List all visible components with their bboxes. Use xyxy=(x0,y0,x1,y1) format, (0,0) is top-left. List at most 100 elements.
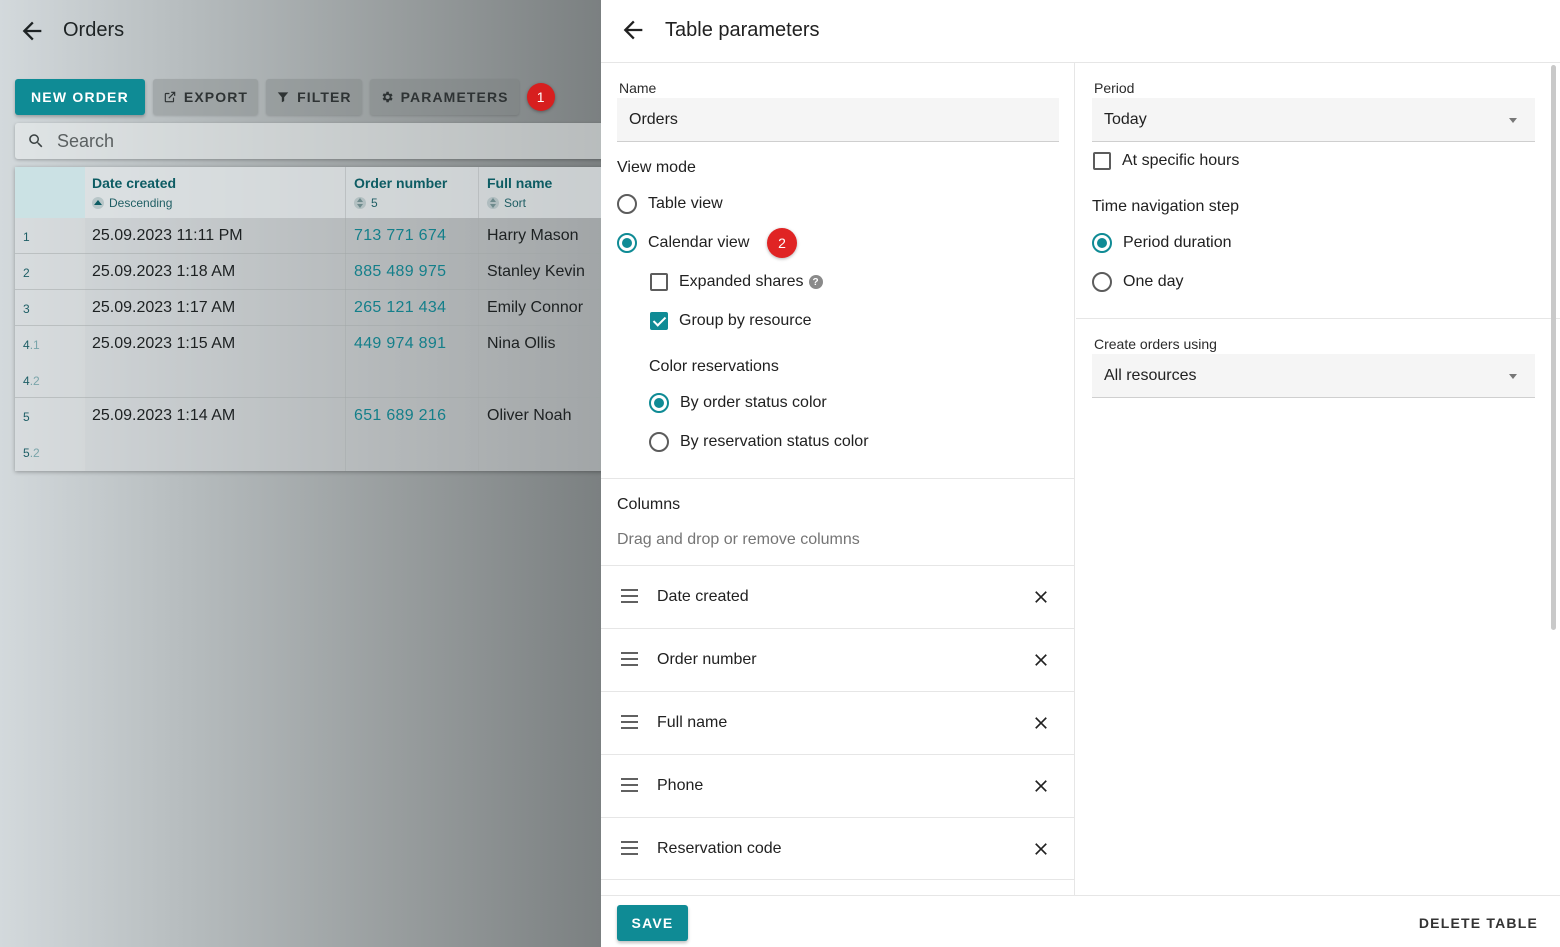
drag-handle-icon[interactable] xyxy=(621,652,638,666)
radio-checked[interactable] xyxy=(649,393,669,413)
table-row[interactable]: 1 25.09.2023 11:11 PM 713 771 674 Harry … xyxy=(15,218,601,254)
row-index: 4.2 xyxy=(23,374,40,388)
table-row[interactable]: 2 25.09.2023 1:18 AM 885 489 975 Stanley… xyxy=(15,254,601,290)
panel-header: Table parameters xyxy=(601,0,1560,63)
radio-checked[interactable] xyxy=(617,233,637,253)
export-icon xyxy=(164,91,176,103)
radio-unchecked[interactable] xyxy=(649,432,669,452)
panel-title: Table parameters xyxy=(665,19,820,41)
column-item-label: Order number xyxy=(657,651,757,668)
name-input[interactable]: Orders xyxy=(617,98,1059,142)
scrollbar[interactable] xyxy=(1551,65,1556,630)
at-specific-hours-option[interactable]: At specific hours xyxy=(1093,152,1239,170)
filter-label: FILTER xyxy=(297,89,352,105)
period-select[interactable]: Today xyxy=(1092,98,1535,142)
page-title: Orders xyxy=(63,19,125,41)
calendar-view-label: Calendar view xyxy=(648,234,750,251)
checkbox-unchecked[interactable] xyxy=(1093,152,1111,170)
cell-date: 25.09.2023 11:11 PM xyxy=(92,227,243,244)
row-index: 5.2 xyxy=(23,446,40,460)
search-placeholder: Search xyxy=(57,130,115,151)
table-view-label: Table view xyxy=(648,195,723,212)
column-item-reservation-code[interactable]: Reservation code xyxy=(601,817,1074,880)
create-orders-using-select[interactable]: All resources xyxy=(1092,354,1535,398)
orders-header: Orders xyxy=(0,0,601,62)
table-row[interactable]: 5 5.2 25.09.2023 1:14 AM 651 689 216 Oli… xyxy=(15,398,601,471)
period-label: Period xyxy=(1094,80,1135,96)
drag-handle-icon[interactable] xyxy=(621,589,638,603)
expanded-shares-option[interactable]: Expanded shares ? xyxy=(650,273,823,291)
close-icon[interactable] xyxy=(1031,587,1051,607)
column-header-full-name[interactable]: Full name Sort xyxy=(487,175,552,210)
close-icon[interactable] xyxy=(1031,776,1051,796)
column-header-order-number[interactable]: Order number 5 xyxy=(354,175,447,210)
filter-icon xyxy=(277,92,289,103)
divider xyxy=(1076,318,1560,319)
column-item-order-number[interactable]: Order number xyxy=(601,628,1074,691)
export-button[interactable]: EXPORT xyxy=(152,79,259,115)
column-item-date-created[interactable]: Date created xyxy=(601,565,1074,628)
time-navigation-step-label: Time navigation step xyxy=(1092,198,1240,215)
checkbox-unchecked[interactable] xyxy=(650,273,668,291)
cell-order-number[interactable]: 265 121 434 xyxy=(354,299,446,317)
period-duration-option[interactable]: Period duration xyxy=(1092,233,1232,253)
column-item-label: Phone xyxy=(657,777,704,794)
column-item-full-name[interactable]: Full name xyxy=(601,691,1074,754)
drag-handle-icon[interactable] xyxy=(621,841,638,855)
by-order-status-color-label: By order status color xyxy=(680,394,827,411)
by-reservation-status-color-option[interactable]: By reservation status color xyxy=(649,432,869,452)
checkbox-checked[interactable] xyxy=(650,312,668,330)
export-label: EXPORT xyxy=(183,89,249,105)
table-view-option[interactable]: Table view xyxy=(617,194,723,214)
row-index-sub: .2 xyxy=(29,374,40,388)
sort-label: Sort xyxy=(504,196,527,210)
search-bar[interactable]: Search xyxy=(15,123,601,159)
cell-order-number[interactable]: 885 489 975 xyxy=(354,263,446,281)
cell-full-name: Emily Connor xyxy=(487,299,584,316)
table-parameters-panel: Table parameters Name Orders View mode T… xyxy=(601,0,1560,947)
columns-hint: Drag and drop or remove columns xyxy=(617,531,860,548)
radio-unchecked[interactable] xyxy=(1092,272,1112,292)
close-icon[interactable] xyxy=(1031,713,1051,733)
by-reservation-status-color-label: By reservation status color xyxy=(680,433,869,450)
column-item-phone[interactable]: Phone xyxy=(601,754,1074,817)
help-icon[interactable]: ? xyxy=(808,275,823,289)
delete-table-button[interactable]: DELETE TABLE xyxy=(1419,905,1538,941)
table-row[interactable]: 3 25.09.2023 1:17 AM 265 121 434 Emily C… xyxy=(15,290,601,326)
column-item-label: Reservation code xyxy=(657,840,782,857)
row-index: 4.1 xyxy=(23,338,40,352)
settings-column-right: Period Today At specific hours Time navi… xyxy=(1076,63,1560,895)
sort-ascending-icon xyxy=(92,197,104,209)
save-button[interactable]: SAVE xyxy=(617,905,688,941)
column-header-date-created[interactable]: Date created Descending xyxy=(92,175,176,210)
radio-checked[interactable] xyxy=(1092,233,1112,253)
sort-label: 5 xyxy=(371,196,378,210)
drag-handle-icon[interactable] xyxy=(621,778,638,792)
back-arrow-icon[interactable] xyxy=(18,17,46,45)
parameters-button[interactable]: PARAMETERS xyxy=(369,79,519,115)
radio-unchecked[interactable] xyxy=(617,194,637,214)
cell-order-number[interactable]: 449 974 891 xyxy=(354,335,446,353)
new-order-button[interactable]: NEW ORDER xyxy=(15,79,145,115)
orders-toolbar: NEW ORDER EXPORT FILTER PARAMETERS 1 xyxy=(15,79,555,115)
sort-label: Descending xyxy=(109,196,173,210)
row-index-main: 4 xyxy=(23,374,30,388)
create-orders-using-label: Create orders using xyxy=(1094,336,1217,352)
back-arrow-icon[interactable] xyxy=(619,16,647,44)
close-icon[interactable] xyxy=(1031,839,1051,859)
table-header: Date created Descending Order number 5 F… xyxy=(15,167,601,218)
cell-order-number[interactable]: 713 771 674 xyxy=(354,227,446,245)
orders-page-background: Orders NEW ORDER EXPORT FILTER PARAMETER… xyxy=(0,0,601,947)
one-day-option[interactable]: One day xyxy=(1092,272,1183,292)
group-by-resource-option[interactable]: Group by resource xyxy=(650,312,812,330)
filter-button[interactable]: FILTER xyxy=(266,79,362,115)
table-row[interactable]: 4.1 4.2 25.09.2023 1:15 AM 449 974 891 N… xyxy=(15,326,601,398)
close-icon[interactable] xyxy=(1031,650,1051,670)
by-order-status-color-option[interactable]: By order status color xyxy=(649,393,827,413)
cell-order-number[interactable]: 651 689 216 xyxy=(354,407,446,425)
drag-handle-icon[interactable] xyxy=(621,715,638,729)
at-specific-hours-label: At specific hours xyxy=(1122,152,1240,169)
calendar-view-option[interactable]: Calendar view xyxy=(617,233,749,253)
cell-full-name: Stanley Kevin xyxy=(487,263,585,280)
column-item-label: Date created xyxy=(657,588,749,605)
